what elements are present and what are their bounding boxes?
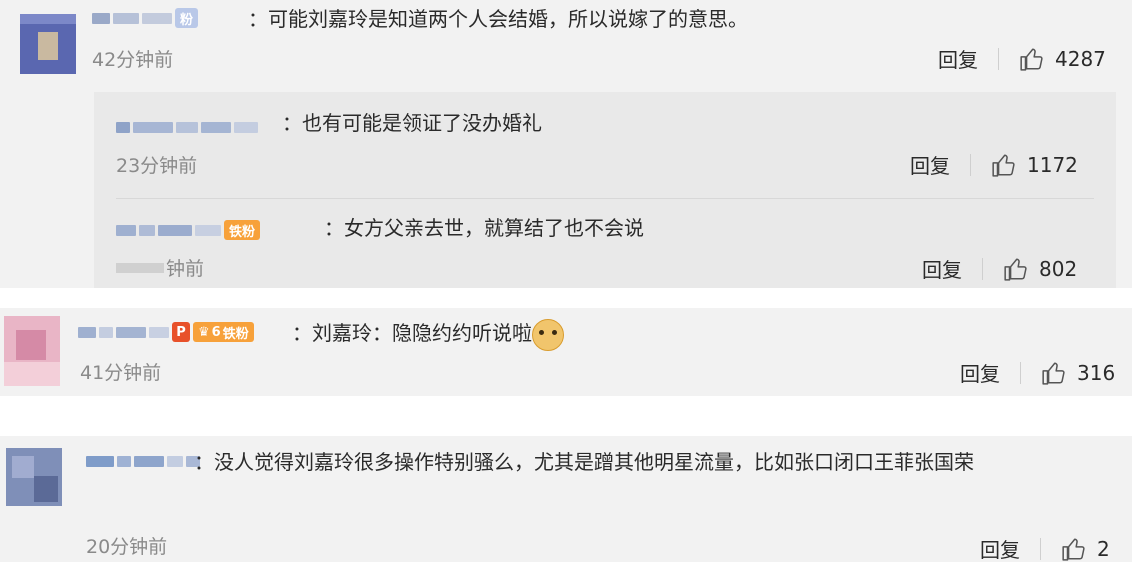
reply-divider [116,198,1094,199]
fan-level: 6 [211,324,221,340]
card-gap [0,396,1132,436]
comment-text: ：没人觉得刘嘉玲很多操作特别骚么，尤其是蹭其他明星流量，比如张口闭口王菲张国荣 [194,450,974,474]
reply-text: ：也有可能是领证了没办婚礼 [282,111,542,135]
comment-time: 20分钟前 [86,536,168,558]
divider [1040,537,1041,560]
comment-actions: 回复 4287 [938,44,1106,73]
username-obscured[interactable]: 铁粉 [116,220,261,240]
card-gap [0,288,1132,308]
reply-button[interactable]: 回复 [922,254,962,283]
username-obscured[interactable] [116,122,258,133]
member-icon: P [172,322,190,342]
like-count[interactable]: 802 [1039,257,1077,281]
username-obscured[interactable]: P ♛ 6 铁粉 [78,322,254,342]
reply-actions: 回复 802 [922,254,1077,283]
thumbs-up-icon[interactable] [1019,46,1045,72]
thumbs-up-icon[interactable] [1003,256,1029,282]
fan-badge: 粉 [175,8,199,28]
comment-actions: 回复 316 [960,358,1115,387]
reply-time: 钟前 [116,254,204,281]
reply-thread: ：也有可能是领证了没办婚礼 23分钟前 回复 1172 铁粉 ：女方父亲去世，就… [94,92,1116,288]
reply-time: 23分钟前 [116,155,198,177]
reply-text: ：女方父亲去世，就算结了也不会说 [324,216,644,240]
divider [982,257,983,280]
username-obscured[interactable]: 粉 [92,8,199,28]
comment-card-3: ：没人觉得刘嘉玲很多操作特别骚么，尤其是蹭其他明星流量，比如张口闭口王菲张国荣 … [0,436,1132,562]
thumbs-up-icon[interactable] [991,152,1017,178]
crown-icon: ♛ [198,324,210,340]
like-count[interactable]: 2 [1097,537,1110,561]
comment-card-1: 粉 ：可能刘嘉玲是知道两个人会结婚，所以说嫁了的意思。 42分钟前 回复 428… [0,0,1132,288]
fan-badge: 铁粉 [224,220,261,240]
comment-text: ：刘嘉玲：隐隐约约听说啦 [292,317,564,351]
comment-time: 41分钟前 [80,362,162,384]
avatar[interactable] [6,448,62,506]
divider [998,47,999,70]
reply-button[interactable]: 回复 [960,358,1000,387]
avatar[interactable] [4,316,60,386]
avatar[interactable] [20,14,76,74]
comment-actions: 回复 2 [980,534,1110,563]
divider [970,153,971,176]
comment-time: 42分钟前 [92,49,174,71]
doge-emoji-icon [532,318,564,351]
fan-level-badge: ♛ 6 铁粉 [193,322,254,342]
reply-actions: 回复 1172 [910,150,1078,179]
comment-text: ：可能刘嘉玲是知道两个人会结婚，所以说嫁了的意思。 [248,7,748,31]
like-count[interactable]: 4287 [1055,47,1106,71]
thumbs-up-icon[interactable] [1041,360,1067,386]
like-count[interactable]: 316 [1077,361,1115,385]
thumbs-up-icon[interactable] [1061,536,1087,562]
divider [1020,361,1021,384]
comment-card-2: P ♛ 6 铁粉 ：刘嘉玲：隐隐约约听说啦 41分钟前 回复 316 [0,308,1132,396]
reply-button[interactable]: 回复 [910,150,950,179]
reply-button[interactable]: 回复 [938,44,978,73]
reply-button[interactable]: 回复 [980,534,1020,563]
like-count[interactable]: 1172 [1027,153,1078,177]
